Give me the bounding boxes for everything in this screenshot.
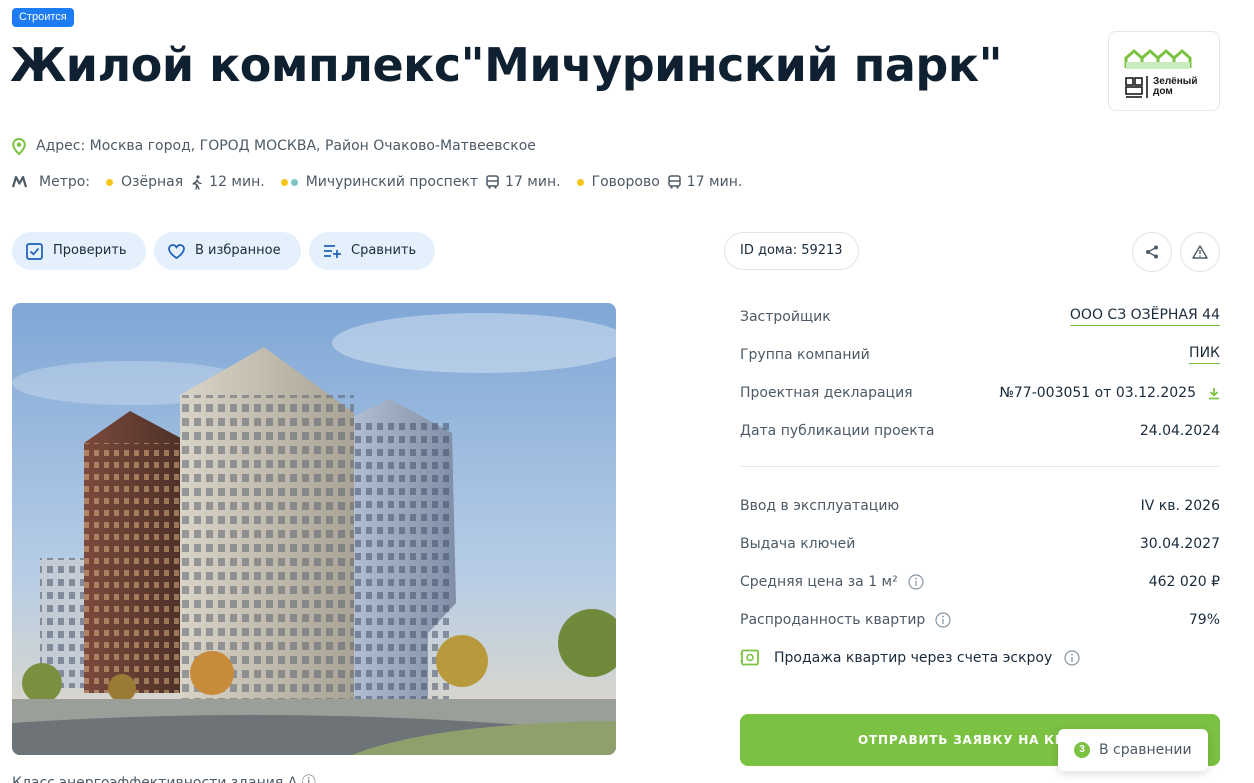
declaration-row: Проектная декларация №77-003051 от 03.12… (740, 381, 1220, 405)
sold-label: Распроданность квартир (740, 612, 926, 628)
info-icon[interactable] (1064, 650, 1080, 666)
share-icon (1146, 245, 1158, 259)
metro-travel-time: 17 мин. (505, 174, 561, 190)
keys-value: 30.04.2027 (1139, 536, 1220, 552)
page-title: Жилой комплекс"Мичуринский парк" (10, 38, 1003, 92)
favorite-button-label: В избранное (195, 243, 281, 258)
developer-logo[interactable]: Зелёный дом (1108, 31, 1220, 111)
bus-icon (486, 175, 499, 189)
published-value: 24.04.2024 (1139, 423, 1220, 439)
price-value: 462 020 ₽ (1148, 574, 1220, 590)
complex-render-image (12, 303, 616, 755)
safe-icon (740, 649, 759, 666)
metro-icon (12, 176, 27, 188)
metro-station-name[interactable]: Озёрная (121, 173, 183, 191)
published-row: Дата публикации проекта 24.04.2024 (740, 419, 1220, 443)
location-pin-icon (12, 137, 26, 155)
check-button[interactable]: Проверить (12, 232, 146, 270)
metro-station-name[interactable]: Говорово (592, 173, 660, 191)
compare-count-badge: 3 (1074, 742, 1090, 758)
address-text: Адрес: Москва город, ГОРОД МОСКВА, Район… (36, 138, 536, 154)
metro-line-dot (576, 178, 584, 186)
sold-value: 79% (1188, 612, 1220, 628)
developer-label: Застройщик (740, 309, 831, 325)
group-link[interactable]: ПИК (1189, 343, 1220, 364)
info-icon[interactable] (935, 612, 951, 628)
compare-list-icon (324, 245, 341, 258)
group-label: Группа компаний (740, 347, 870, 363)
declaration-label: Проектная декларация (740, 385, 913, 401)
check-button-label: Проверить (53, 243, 127, 258)
walking-icon (192, 174, 202, 190)
compare-toast-label: В сравнении (1099, 742, 1192, 758)
metro-label: Метро: (39, 174, 91, 190)
escrow-row: Продажа квартир через счета эскроу (740, 646, 1080, 670)
escrow-text: Продажа квартир через счета эскроу (774, 650, 1053, 666)
developer-link[interactable]: ООО СЗ ОЗЁРНАЯ 44 (1069, 305, 1220, 326)
heart-icon (168, 243, 185, 259)
logo-text: Зелёный дом (1153, 76, 1198, 97)
sold-row: Распроданность квартир 79% (740, 608, 1220, 632)
share-button[interactable] (1132, 232, 1172, 272)
details-divider (740, 466, 1220, 467)
metro-travel-time: 12 мин. (209, 174, 265, 190)
metro-line-dot (290, 178, 298, 186)
status-badge: Строится (12, 8, 74, 27)
published-label: Дата публикации проекта (740, 423, 935, 439)
metro-row: Метро: Озёрная 12 мин. Мичуринский просп… (12, 173, 742, 191)
group-row: Группа компаний ПИК (740, 343, 1220, 367)
commission-row: Ввод в эксплуатацию IV кв. 2026 (740, 494, 1220, 518)
keys-row: Выдача ключей 30.04.2027 (740, 532, 1220, 556)
compare-button-label: Сравнить (351, 243, 417, 258)
address-row: Адрес: Москва город, ГОРОД МОСКВА, Район… (12, 137, 536, 155)
house-id: ID дома: 59213 (724, 232, 859, 270)
developer-row: Застройщик ООО СЗ ОЗЁРНАЯ 44 (740, 305, 1220, 329)
checkbox-icon (26, 242, 43, 260)
metro-travel-time: 17 мин. (686, 174, 743, 190)
commission-label: Ввод в эксплуатацию (740, 498, 900, 514)
metro-station-name[interactable]: Мичуринский проспект (306, 173, 478, 191)
commission-value: IV кв. 2026 (1140, 498, 1220, 514)
compare-toast[interactable]: 3 В сравнении (1058, 729, 1208, 771)
price-label-wrap: Средняя цена за 1 м² (740, 570, 924, 594)
declaration-value[interactable]: №77-003051 от 03.12.2025 (999, 381, 1220, 405)
complex-photo[interactable] (12, 303, 616, 755)
download-icon[interactable] (1208, 387, 1220, 400)
declaration-number[interactable]: №77-003051 от 03.12.2025 (999, 381, 1196, 405)
price-label: Средняя цена за 1 м² (740, 574, 898, 590)
report-button[interactable] (1180, 232, 1220, 272)
favorite-button[interactable]: В избранное (154, 232, 301, 270)
bus-icon (668, 175, 681, 189)
keys-label: Выдача ключей (740, 536, 856, 552)
compare-button[interactable]: Сравнить (309, 232, 435, 270)
sold-label-wrap: Распроданность квартир (740, 608, 951, 632)
info-icon[interactable] (908, 574, 924, 590)
warning-icon (1192, 245, 1208, 259)
metro-line-dot (106, 178, 114, 186)
energy-class-caption: Класс энергоэффективности здания A ⓘ (12, 775, 316, 783)
price-row: Средняя цена за 1 м² 462 020 ₽ (740, 570, 1220, 594)
metro-line-dot (280, 178, 288, 186)
